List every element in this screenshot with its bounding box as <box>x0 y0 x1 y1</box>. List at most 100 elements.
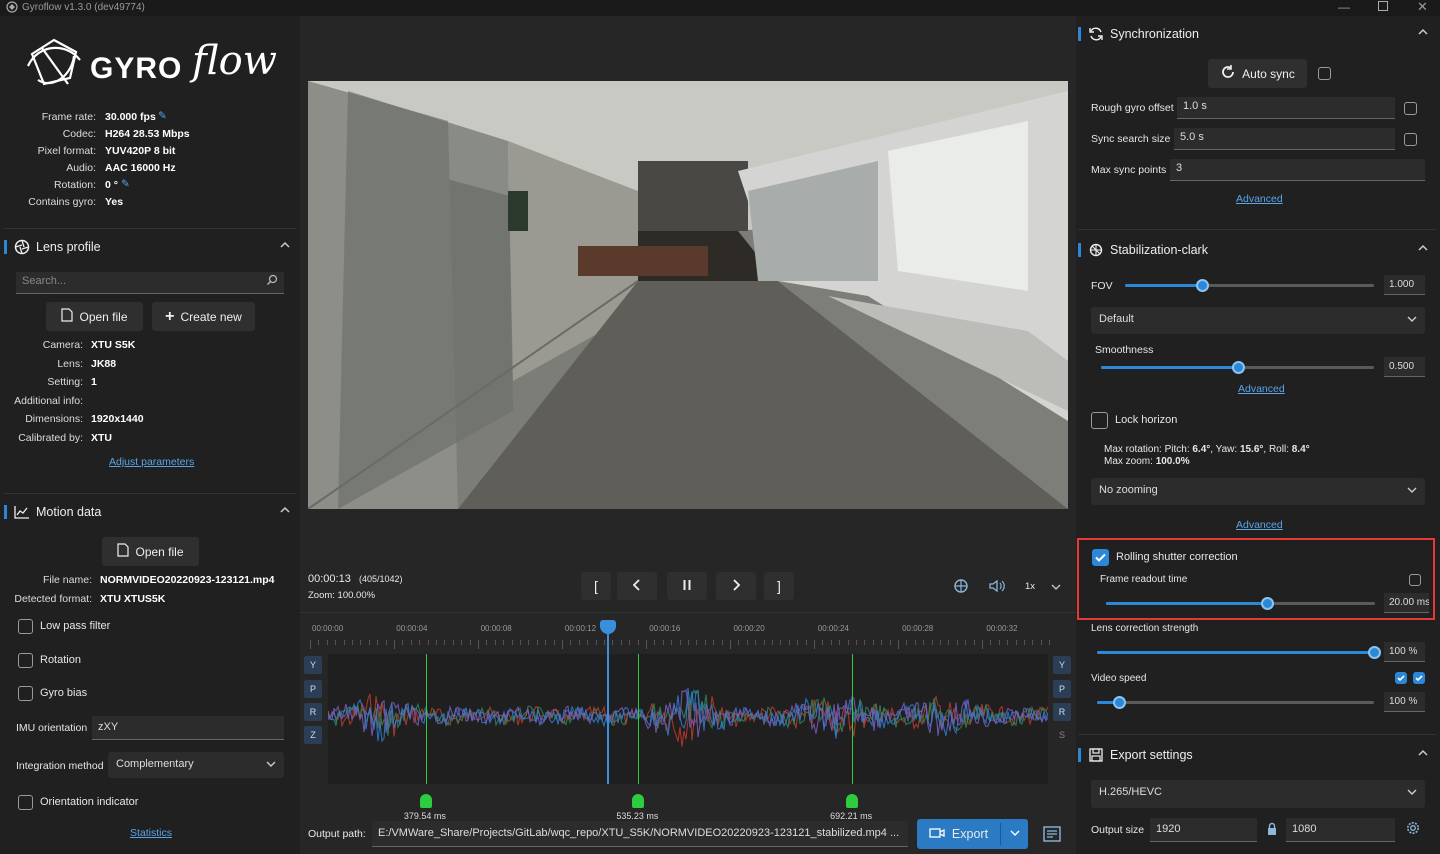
sync-marker-handle[interactable] <box>419 794 432 808</box>
chevron-down-icon[interactable] <box>1051 582 1061 594</box>
integration-method-label: Integration method <box>16 760 104 772</box>
frame-readout-value[interactable]: 20.00 ms <box>1384 593 1429 613</box>
slider-knob[interactable] <box>1196 279 1210 292</box>
playback-speed[interactable]: 1x <box>1025 581 1035 592</box>
volume-icon[interactable] <box>988 578 1006 597</box>
set-end-button[interactable]: ] <box>764 572 794 600</box>
maximize-icon[interactable] <box>1378 1 1388 11</box>
sync-advanced-link[interactable]: Advanced <box>1236 193 1283 205</box>
chevron-up-icon[interactable] <box>278 238 292 252</box>
stabilization-toggle-icon[interactable] <box>952 578 970 597</box>
rolling-shutter-checkbox[interactable] <box>1092 549 1109 566</box>
codec-select[interactable]: H.265/HEVC <box>1091 780 1425 808</box>
frame-readout-slider[interactable] <box>1106 597 1375 610</box>
smoothing-method-select[interactable]: Default <box>1091 307 1425 334</box>
previous-frame-button[interactable] <box>617 572 657 600</box>
export-settings-header[interactable]: Export settings <box>1078 744 1436 768</box>
timeline-tick <box>368 640 370 645</box>
frame-readout-checkbox[interactable] <box>1409 574 1421 586</box>
next-frame-button[interactable] <box>716 572 756 600</box>
integration-method-select[interactable]: Complementary <box>108 752 284 778</box>
playhead[interactable] <box>600 620 617 784</box>
max-sync-points-input[interactable]: 3 <box>1170 159 1425 181</box>
render-queue-icon[interactable] <box>1042 825 1062 846</box>
lens-icon <box>14 239 30 255</box>
video-speed-checkbox-2[interactable] <box>1413 672 1425 684</box>
video-preview[interactable] <box>307 81 1068 510</box>
chevron-up-icon[interactable] <box>1416 25 1430 39</box>
lock-icon[interactable] <box>1266 822 1278 839</box>
axis-toggle-r[interactable]: R <box>304 703 322 721</box>
gyro-bias-checkbox[interactable] <box>18 686 33 701</box>
zoom-level: Zoom: 100.00% <box>308 590 376 601</box>
smoothness-slider[interactable] <box>1101 361 1374 374</box>
lock-horizon-label: Lock horizon <box>1115 414 1178 426</box>
rough-offset-checkbox[interactable] <box>1404 102 1417 115</box>
gear-icon[interactable] <box>1406 821 1420 838</box>
adjust-parameters-link[interactable]: Adjust parameters <box>109 456 194 468</box>
export-options-button[interactable] <box>1001 819 1028 849</box>
pause-button[interactable] <box>667 572 707 600</box>
axis-toggle-p[interactable]: P <box>304 680 322 698</box>
output-path-input[interactable]: E:/VMWare_Share/Projects/GitLab/wqc_repo… <box>372 821 908 847</box>
rough-offset-input[interactable]: 1.0 s <box>1177 97 1395 119</box>
chevron-up-icon[interactable] <box>1416 746 1430 760</box>
fov-slider[interactable] <box>1125 279 1374 292</box>
statistics-link[interactable]: Statistics <box>130 827 172 839</box>
sync-marker-handle[interactable] <box>846 794 859 808</box>
lens-correction-slider[interactable] <box>1097 646 1381 659</box>
output-height-input[interactable]: 1080 <box>1286 818 1395 842</box>
smoothness-value[interactable]: 0.500 <box>1384 357 1425 377</box>
lens-open-file-button[interactable]: Open file <box>46 302 143 331</box>
sync-marker-handle[interactable] <box>632 794 645 808</box>
fov-value[interactable]: 1.000 <box>1384 275 1425 295</box>
output-width-input[interactable]: 1920 <box>1150 818 1257 842</box>
chevron-up-icon[interactable] <box>278 503 292 517</box>
timeline-ruler[interactable]: 00:00:00 00:00:04 00:00:08 00:00:12 00:00:16… <box>310 620 1051 650</box>
zooming-select[interactable]: No zooming <box>1091 478 1425 505</box>
axis-toggle-y[interactable]: Y <box>304 656 322 674</box>
set-start-button[interactable]: [ <box>581 572 611 600</box>
lock-horizon-checkbox[interactable] <box>1091 412 1108 429</box>
edit-icon[interactable]: ✎ <box>158 110 167 122</box>
sync-search-size-checkbox[interactable] <box>1404 133 1417 146</box>
smoothing-advanced-link[interactable]: Advanced <box>1238 383 1285 395</box>
slider-knob[interactable] <box>1261 597 1275 610</box>
select-value: No zooming <box>1099 484 1158 496</box>
axis-toggle-s[interactable]: S <box>1053 726 1071 744</box>
axis-toggle-z[interactable]: Z <box>304 726 322 744</box>
motion-data-header[interactable]: Motion data <box>4 501 298 525</box>
axis-toggle-r[interactable]: R <box>1053 703 1071 721</box>
timeline-tick <box>898 640 899 649</box>
orientation-indicator-checkbox[interactable] <box>18 795 33 810</box>
axis-toggle-p[interactable]: P <box>1053 680 1071 698</box>
info-value: 30.000 fps <box>105 111 156 123</box>
chevron-up-icon[interactable] <box>1416 241 1430 255</box>
motion-open-file-button[interactable]: Open file <box>102 537 199 566</box>
lens-search-input[interactable]: Search... <box>16 272 284 294</box>
create-new-button[interactable]: + Create new <box>152 302 255 331</box>
auto-sync-checkbox[interactable] <box>1318 67 1331 80</box>
video-speed-value[interactable]: 100 % <box>1384 692 1425 712</box>
imu-orientation-input[interactable]: zXY <box>92 716 284 740</box>
sync-search-size-input[interactable]: 5.0 s <box>1174 128 1395 150</box>
minimize-icon[interactable]: — <box>1338 0 1350 14</box>
stabilization-header[interactable]: Stabilization-clark <box>1078 239 1436 263</box>
rotation-checkbox[interactable] <box>18 653 33 668</box>
slider-knob[interactable] <box>1231 361 1245 374</box>
zooming-advanced-link[interactable]: Advanced <box>1236 519 1283 531</box>
close-icon[interactable]: ✕ <box>1417 0 1428 15</box>
video-speed-slider[interactable] <box>1097 696 1374 709</box>
axis-toggle-y[interactable]: Y <box>1053 656 1071 674</box>
lens-correction-value[interactable]: 100 % <box>1384 642 1425 662</box>
synchronization-header[interactable]: Synchronization <box>1078 23 1436 47</box>
slider-knob[interactable] <box>1113 696 1127 709</box>
timeline-tick <box>436 640 437 645</box>
auto-sync-button[interactable]: Auto sync <box>1208 59 1307 88</box>
lens-profile-header[interactable]: Lens profile <box>4 236 298 260</box>
export-button[interactable]: Export <box>917 819 1000 849</box>
video-speed-checkbox-1[interactable] <box>1395 672 1407 684</box>
edit-icon[interactable]: ✎ <box>121 178 130 190</box>
low-pass-checkbox[interactable] <box>18 619 33 634</box>
slider-knob[interactable] <box>1368 646 1381 659</box>
